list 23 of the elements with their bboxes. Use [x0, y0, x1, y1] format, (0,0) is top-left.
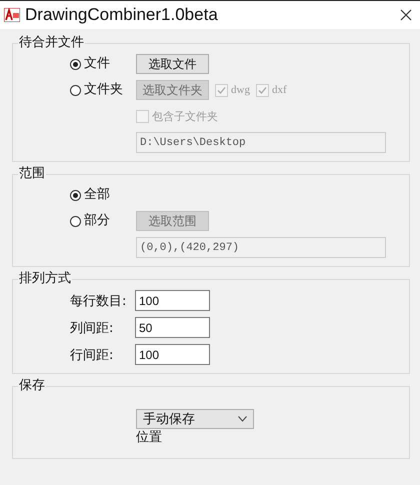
window-title: DrawingCombiner1.0beta: [25, 5, 219, 25]
field-label: 列间距:: [70, 320, 114, 336]
group-title: 排列方式: [18, 271, 72, 287]
app-icon: [4, 8, 20, 22]
radio-button[interactable]: 文件: [70, 55, 136, 73]
dropdown[interactable]: 手动保存: [136, 409, 254, 429]
radio-button[interactable]: 部分: [70, 212, 136, 230]
group-title: 范围: [18, 166, 46, 182]
group-title: 待合并文件: [18, 35, 85, 51]
field-label: 每行数目:: [70, 292, 128, 310]
location-label: 位置: [136, 429, 163, 446]
caret-icon: [238, 416, 247, 422]
radio-button[interactable]: 全部: [70, 186, 136, 204]
field-label: 行间距:: [70, 346, 114, 364]
input-field[interactable]: 100: [135, 290, 210, 311]
select-button[interactable]: 选取文件: [136, 54, 209, 74]
input-field[interactable]: 100: [135, 344, 210, 365]
check-icon: [216, 84, 227, 96]
group-title: 保存: [18, 378, 46, 394]
check-icon: [256, 84, 268, 96]
radio-button[interactable]: 文件夹: [70, 81, 136, 99]
close-icon[interactable]: [400, 9, 412, 21]
input-field[interactable]: 50: [135, 317, 210, 338]
